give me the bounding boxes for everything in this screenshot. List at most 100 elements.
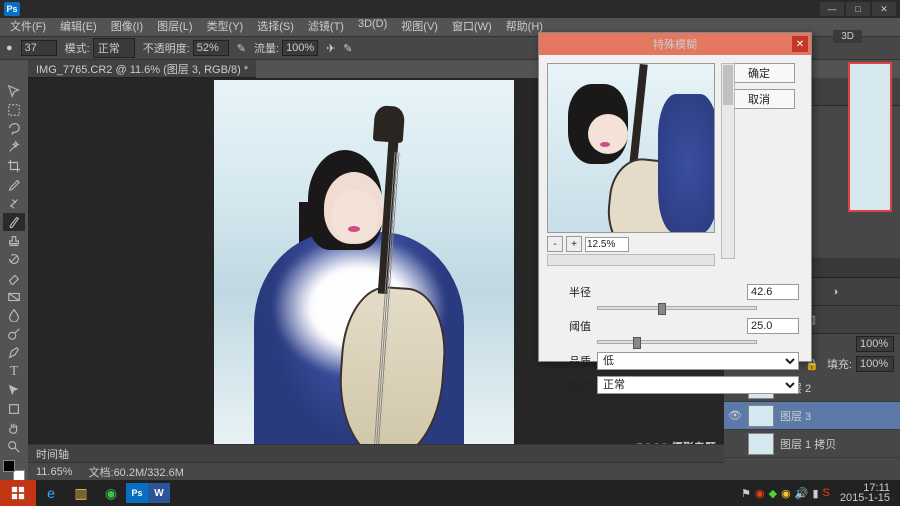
status-bar: 11.65% 文档:60.2M/332.6M (28, 462, 724, 480)
system-tray: ⚑ ◉ ◆ ◉ 🔊 ▮ S 17:11 2015-1-15 (741, 483, 900, 503)
flow-label: 流量: (254, 40, 279, 56)
menu-window[interactable]: 窗口(W) (446, 18, 498, 36)
dialog-close-button[interactable]: ✕ (792, 36, 808, 52)
shape-tool-icon[interactable] (3, 400, 25, 418)
layer-name: 图层 3 (780, 408, 811, 424)
layer-opacity-input[interactable] (856, 336, 894, 352)
gradient-tool-icon[interactable] (3, 288, 25, 306)
menu-image[interactable]: 图像(I) (105, 18, 149, 36)
opacity-input[interactable] (193, 40, 229, 56)
flow-input[interactable] (282, 40, 318, 56)
taskbar-photoshop-icon[interactable]: Ps (126, 483, 148, 503)
fill-label: 填充: (827, 356, 852, 372)
eyedropper-tool-icon[interactable] (3, 176, 25, 194)
eraser-tool-icon[interactable] (3, 269, 25, 287)
tray-qq-icon[interactable]: ◉ (755, 487, 765, 500)
zoom-tool-icon[interactable] (3, 438, 25, 456)
visibility-toggle-icon[interactable]: 👁 (728, 409, 742, 422)
heal-tool-icon[interactable] (3, 194, 25, 212)
maximize-button[interactable]: □ (846, 2, 870, 16)
toolbox: T (0, 78, 28, 482)
brush-tool-icon[interactable] (3, 213, 25, 231)
stamp-tool-icon[interactable] (3, 232, 25, 250)
quality-label: 品质 (551, 353, 591, 369)
menu-view[interactable]: 视图(V) (395, 18, 444, 36)
airbrush-icon[interactable]: ✈ (326, 42, 335, 55)
hand-tool-icon[interactable] (3, 419, 25, 437)
color-swatches[interactable] (3, 460, 25, 482)
document-tab[interactable]: IMG_7765.CR2 @ 11.6% (图层 3, RGB/8) * (28, 60, 256, 78)
start-button[interactable] (0, 480, 36, 506)
layer-name: 图层 1 拷贝 (780, 436, 836, 452)
dialog-mode-select[interactable]: 正常 (597, 376, 799, 394)
taskbar: e ▥ ◉ Ps W ⚑ ◉ ◆ ◉ 🔊 ▮ S 17:11 2015-1-15 (0, 480, 900, 506)
smart-blur-dialog: 特殊模糊 ✕ - + 确定 取消 半径 (538, 32, 812, 362)
adj-hue-icon[interactable]: ◑ (826, 283, 844, 301)
type-tool-icon[interactable]: T (3, 363, 25, 381)
menu-layer[interactable]: 图层(L) (151, 18, 198, 36)
taskbar-word-icon[interactable]: W (148, 483, 170, 503)
zoom-level[interactable]: 11.65% (36, 466, 73, 478)
tray-shield-icon[interactable]: ◆ (769, 487, 777, 500)
taskbar-browser-icon[interactable]: ◉ (96, 480, 126, 506)
quality-select[interactable]: 低 (597, 352, 799, 370)
dodge-tool-icon[interactable] (3, 325, 25, 343)
menu-type[interactable]: 类型(Y) (201, 18, 250, 36)
close-button[interactable]: ✕ (872, 2, 896, 16)
tray-network-icon[interactable]: ▮ (812, 487, 818, 500)
brush-size-input[interactable] (21, 40, 57, 56)
menu-select[interactable]: 选择(S) (251, 18, 300, 36)
preview-scroll[interactable] (547, 254, 715, 266)
radius-slider[interactable] (597, 306, 757, 310)
threshold-label: 阈值 (551, 318, 591, 334)
zoom-out-button[interactable]: - (547, 236, 563, 252)
menu-file[interactable]: 文件(F) (4, 18, 52, 36)
tray-flag-icon[interactable]: ⚑ (741, 487, 751, 500)
crop-tool-icon[interactable] (3, 157, 25, 175)
history-brush-icon[interactable] (3, 250, 25, 268)
app-logo-icon: Ps (4, 2, 20, 16)
layer-row[interactable]: 图层 1 拷贝 (724, 430, 900, 458)
marquee-tool-icon[interactable] (3, 101, 25, 119)
menu-3d[interactable]: 3D(D) (352, 18, 393, 36)
menu-edit[interactable]: 编辑(E) (54, 18, 103, 36)
dialog-mode-label: 模式 (551, 377, 591, 393)
pen-tool-icon[interactable] (3, 344, 25, 362)
tray-app-icon[interactable]: S (823, 487, 830, 499)
fill-input[interactable] (856, 356, 894, 372)
move-tool-icon[interactable] (3, 82, 25, 100)
zoom-in-button[interactable]: + (566, 236, 582, 252)
blend-mode-select[interactable]: 正常 (93, 38, 135, 58)
navigator-thumbnail[interactable] (848, 62, 892, 212)
dialog-preview[interactable] (547, 63, 715, 233)
timeline-panel[interactable]: 时间轴 (28, 444, 724, 462)
taskbar-clock[interactable]: 17:11 2015-1-15 (834, 483, 896, 503)
taskbar-ie-icon[interactable]: e (36, 480, 66, 506)
preview-zoom-input[interactable] (585, 237, 629, 252)
layer-thumb (748, 405, 774, 427)
lasso-tool-icon[interactable] (3, 119, 25, 137)
threshold-input[interactable] (747, 318, 799, 334)
path-tool-icon[interactable] (3, 382, 25, 400)
pressure-size-icon[interactable]: ✎ (343, 42, 352, 55)
mode-label: 模式: (65, 40, 90, 56)
minimize-button[interactable]: — (820, 2, 844, 16)
tray-volume-icon[interactable]: 🔊 (795, 487, 809, 500)
menu-filter[interactable]: 滤镜(T) (302, 18, 350, 36)
threshold-slider[interactable] (597, 340, 757, 344)
layer-thumb (748, 433, 774, 455)
opacity-label: 不透明度: (143, 40, 190, 56)
tray-360-icon[interactable]: ◉ (781, 487, 791, 500)
wand-tool-icon[interactable] (3, 138, 25, 156)
layer-row[interactable]: 👁 图层 3 (724, 402, 900, 430)
pressure-opacity-icon[interactable]: ✎ (237, 42, 246, 55)
brush-preset-icon[interactable]: ● (6, 42, 13, 54)
3d-mode-button[interactable]: 3D (833, 30, 862, 43)
taskbar-explorer-icon[interactable]: ▥ (66, 480, 96, 506)
blur-tool-icon[interactable] (3, 307, 25, 325)
title-bar: Ps — □ ✕ (0, 0, 900, 18)
preview-vscroll[interactable] (721, 63, 735, 259)
dialog-title[interactable]: 特殊模糊 ✕ (539, 33, 811, 55)
document-canvas (214, 80, 514, 464)
radius-input[interactable] (747, 284, 799, 300)
